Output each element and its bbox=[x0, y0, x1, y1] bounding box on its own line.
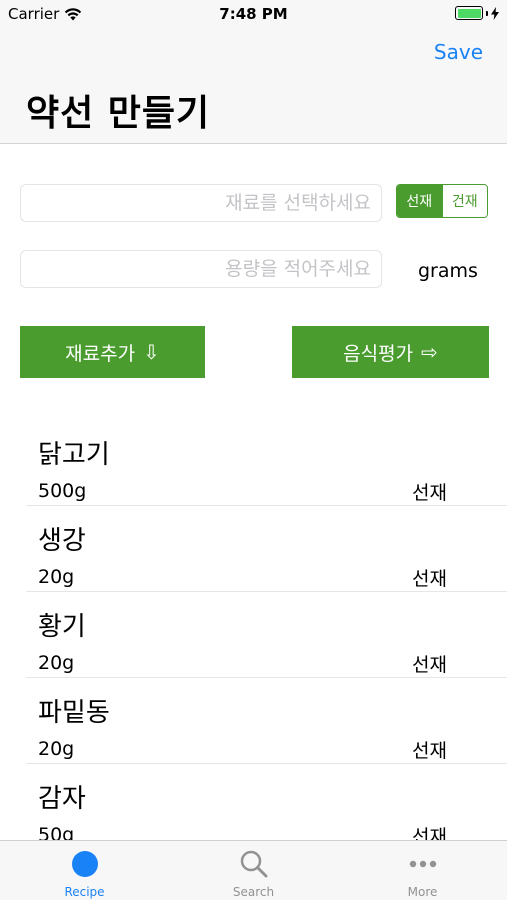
status-bar: Carrier 7:48 PM bbox=[0, 0, 507, 28]
fresh-dried-segmented-control[interactable]: 선재 건재 bbox=[396, 184, 488, 218]
ingredient-list[interactable]: 닭고기 500g 선재 생강 20g 선재 황기 20g 선재 파밑동 20g … bbox=[0, 420, 507, 840]
ingredient-amount: 20g bbox=[38, 738, 75, 760]
tab-search[interactable]: Search bbox=[169, 841, 338, 900]
ingredient-type: 선재 bbox=[412, 826, 447, 840]
tab-recipe-label: Recipe bbox=[64, 885, 105, 899]
battery-icon bbox=[455, 6, 483, 20]
ingredient-name: 감자 bbox=[38, 784, 86, 814]
ingredient-name: 황기 bbox=[38, 612, 86, 642]
ingredient-name: 생강 bbox=[38, 526, 86, 556]
battery-tip bbox=[486, 10, 488, 16]
circle-icon bbox=[71, 851, 98, 877]
arrow-right-icon: ⇨ bbox=[421, 340, 438, 364]
ingredient-type: 선재 bbox=[412, 740, 447, 762]
add-ingredient-label: 재료추가 bbox=[65, 342, 136, 365]
segment-fresh[interactable]: 선재 bbox=[397, 185, 442, 217]
ingredient-type: 선재 bbox=[412, 482, 447, 504]
quantity-input[interactable]: 용량을 적어주세요 bbox=[20, 250, 382, 288]
navigation-bar: Save 약선 만들기 bbox=[0, 28, 507, 144]
evaluate-food-button[interactable]: 음식평가 ⇨ bbox=[292, 326, 489, 378]
segment-dried[interactable]: 건재 bbox=[441, 185, 487, 217]
search-icon bbox=[240, 850, 267, 878]
ingredient-name: 파밑동 bbox=[38, 698, 110, 728]
list-item[interactable]: 황기 20g 선재 bbox=[26, 592, 507, 678]
ingredient-input[interactable]: 재료를 선택하세요 bbox=[20, 184, 382, 222]
charging-bolt-icon bbox=[491, 6, 499, 20]
battery-indicator bbox=[455, 6, 499, 20]
ingredient-type: 선재 bbox=[412, 568, 447, 590]
page-title: 약선 만들기 bbox=[26, 93, 211, 134]
ingredient-type: 선재 bbox=[412, 654, 447, 676]
ingredient-name: 닭고기 bbox=[38, 440, 110, 470]
list-item[interactable]: 생강 20g 선재 bbox=[26, 506, 507, 592]
more-icon bbox=[409, 860, 436, 868]
ingredient-amount: 20g bbox=[38, 566, 75, 588]
add-ingredient-button[interactable]: 재료추가 ⇩ bbox=[20, 326, 205, 378]
save-button[interactable]: Save bbox=[434, 40, 483, 64]
arrow-down-icon: ⇩ bbox=[143, 340, 160, 364]
unit-label: grams bbox=[418, 260, 478, 282]
list-item[interactable]: 감자 50g 선재 bbox=[26, 764, 507, 840]
tab-bar: Recipe Search More bbox=[0, 840, 507, 900]
tab-more[interactable]: More bbox=[338, 841, 507, 900]
list-item[interactable]: 닭고기 500g 선재 bbox=[26, 420, 507, 506]
ingredient-amount: 50g bbox=[38, 824, 75, 840]
ingredient-amount: 500g bbox=[38, 480, 87, 502]
evaluate-food-label: 음식평가 bbox=[343, 342, 414, 365]
tab-recipe[interactable]: Recipe bbox=[0, 841, 169, 900]
tab-more-label: More bbox=[407, 885, 438, 899]
tab-search-label: Search bbox=[232, 885, 275, 899]
status-time: 7:48 PM bbox=[219, 5, 288, 23]
ingredient-amount: 20g bbox=[38, 652, 75, 674]
list-item[interactable]: 파밑동 20g 선재 bbox=[26, 678, 507, 764]
